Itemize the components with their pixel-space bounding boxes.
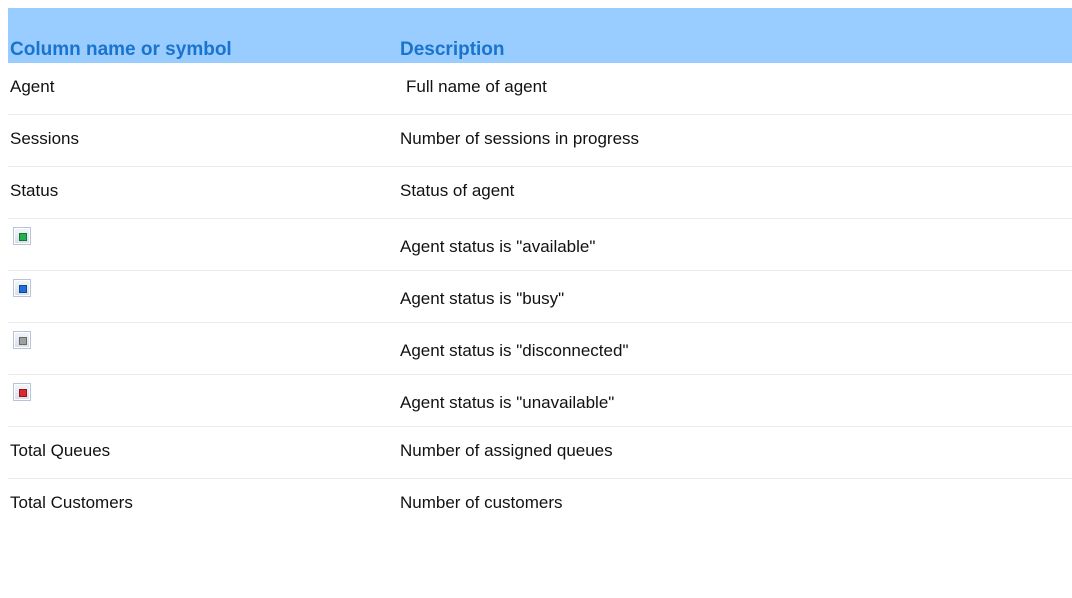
column-description-table: Column name or symbol Description Agent … [8,8,1072,531]
table-row: Agent status is "busy" [8,271,1072,323]
status-disconnected-icon [13,331,31,349]
description-disconnected: Agent status is "disconnected" [400,341,629,360]
column-name-status: Status [10,181,59,200]
table-row: Agent status is "available" [8,219,1072,271]
table-header-row: Column name or symbol Description [8,8,1072,63]
table-row: Total Queues Number of assigned queues [8,427,1072,479]
status-busy-icon [13,279,31,297]
column-name-agent: Agent [10,77,55,96]
description-agent: Full name of agent [406,77,547,96]
table-row: Agent status is "unavailable" [8,375,1072,427]
description-busy: Agent status is "busy" [400,289,565,308]
description-sessions: Number of sessions in progress [400,129,640,148]
column-name-total-queues: Total Queues [10,441,111,460]
description-unavailable: Agent status is "unavailable" [400,393,615,412]
table-row: Total Customers Number of customers [8,479,1072,531]
description-available: Agent status is "available" [400,237,596,256]
column-name-total-customers: Total Customers [10,493,133,512]
table-row: Sessions Number of sessions in progress [8,115,1072,167]
description-total-customers: Number of customers [400,493,563,512]
description-total-queues: Number of assigned queues [400,441,613,460]
status-available-icon [13,227,31,245]
table-row: Agent status is "disconnected" [8,323,1072,375]
table-row: Agent Full name of agent [8,63,1072,115]
column-name-sessions: Sessions [10,129,79,148]
status-unavailable-icon [13,383,31,401]
table-row: Status Status of agent [8,167,1072,219]
description-status: Status of agent [400,181,515,200]
header-description: Description [400,39,505,60]
header-column-name: Column name or symbol [10,39,232,60]
